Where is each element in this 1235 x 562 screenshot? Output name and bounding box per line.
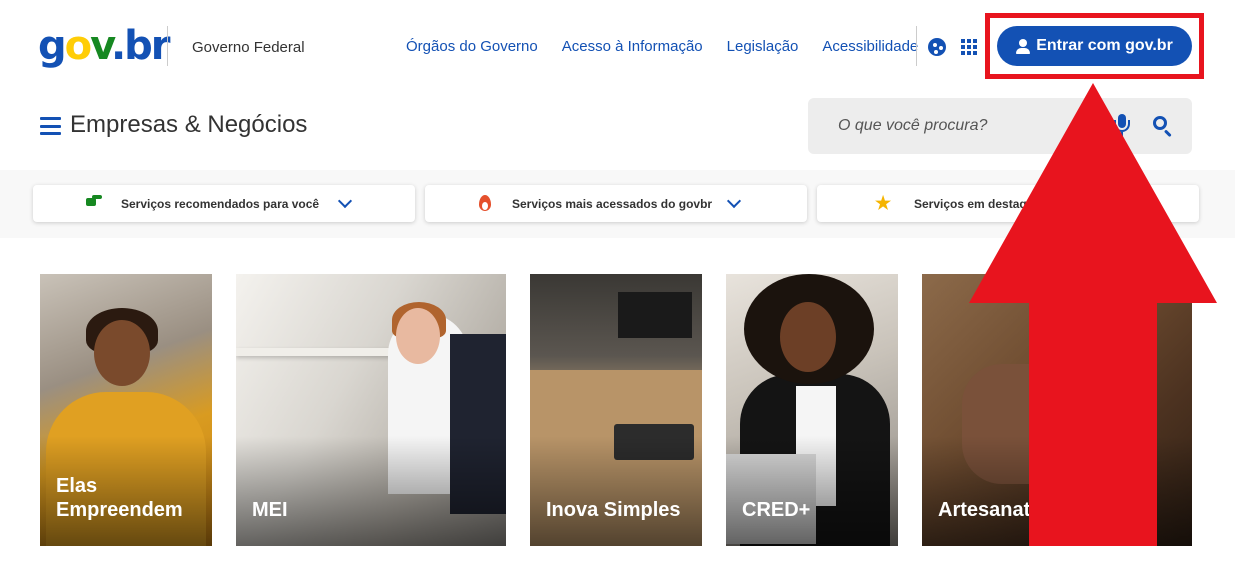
nav-link-legislacao[interactable]: Legislação bbox=[727, 38, 799, 55]
card-title: Inova Simples bbox=[546, 499, 681, 521]
nav-link-acesso-informacao[interactable]: Acesso à Informação bbox=[562, 38, 703, 55]
microphone-icon[interactable] bbox=[1114, 114, 1130, 138]
services-most-accessed-dropdown[interactable]: Serviços mais acessados do govbr bbox=[425, 185, 807, 222]
page-title: Empresas & Negócios bbox=[70, 111, 308, 138]
logo-dot: . bbox=[110, 23, 126, 69]
login-button-label: Entrar com gov.br bbox=[1036, 37, 1173, 54]
grid-icon bbox=[961, 39, 977, 55]
logo-letter-o: o bbox=[64, 23, 93, 69]
card-mei[interactable]: MEI bbox=[236, 274, 506, 546]
chevron-down-icon bbox=[337, 193, 353, 209]
nav-link-orgaos[interactable]: Órgãos do Governo bbox=[406, 38, 538, 55]
chevron-down-icon bbox=[726, 193, 742, 209]
hamburger-menu-icon[interactable] bbox=[40, 117, 61, 135]
services-most-accessed-label: Serviços mais acessados do govbr bbox=[512, 197, 713, 211]
fire-icon bbox=[477, 195, 493, 211]
card-cred-plus[interactable]: CRED+ bbox=[726, 274, 898, 546]
nav-divider bbox=[916, 26, 917, 66]
card-inova-simples[interactable]: Inova Simples bbox=[530, 274, 702, 546]
search-bar bbox=[808, 98, 1192, 154]
star-icon: ★ bbox=[875, 193, 892, 213]
cookie-settings-button[interactable] bbox=[926, 36, 948, 58]
user-icon bbox=[1016, 38, 1031, 54]
logo-letters-br: br bbox=[124, 23, 170, 69]
cookie-icon bbox=[928, 38, 946, 56]
card-elas-empreendem[interactable]: Elas Empreendem bbox=[40, 274, 212, 546]
card-title: MEI bbox=[252, 499, 288, 521]
apps-menu-button[interactable] bbox=[958, 36, 980, 58]
logo-letter-v: v bbox=[90, 23, 113, 69]
logo-letter-g: g bbox=[38, 23, 67, 69]
top-navigation: Órgãos do Governo Acesso à Informação Le… bbox=[406, 38, 942, 55]
services-featured-label: Serviços em destaque bbox=[914, 197, 1041, 211]
thumbs-up-icon bbox=[86, 195, 102, 211]
search-icon[interactable] bbox=[1152, 115, 1174, 138]
govbr-logo[interactable]: gov.br bbox=[38, 23, 171, 69]
nav-link-acessibilidade[interactable]: Acessibilidade bbox=[822, 38, 918, 55]
search-input[interactable] bbox=[838, 115, 1088, 137]
services-recommended-dropdown[interactable]: Serviços recomendados para você bbox=[33, 185, 415, 222]
services-recommended-label: Serviços recomendados para você bbox=[121, 197, 320, 211]
card-artesanato[interactable]: Artesanato bbox=[922, 274, 1192, 546]
card-title: Artesanato bbox=[938, 499, 1043, 521]
services-featured-dropdown[interactable]: ★ Serviços em destaque bbox=[817, 185, 1199, 222]
card-title: CRED+ bbox=[742, 499, 811, 521]
government-label: Governo Federal bbox=[192, 39, 305, 56]
card-title: Elas Empreendem bbox=[56, 475, 183, 521]
login-button[interactable]: Entrar com gov.br bbox=[997, 26, 1192, 66]
header-divider bbox=[167, 26, 168, 66]
